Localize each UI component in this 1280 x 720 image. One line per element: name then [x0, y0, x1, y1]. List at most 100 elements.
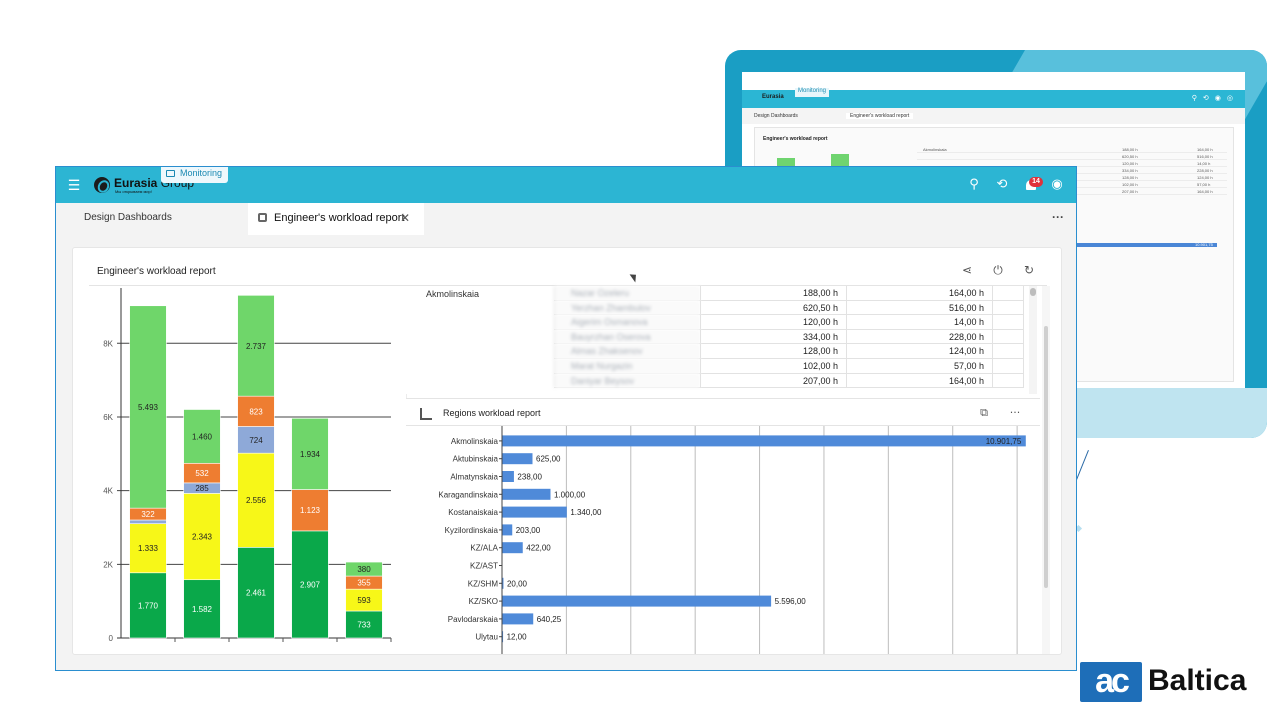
category-label: Kyzilordinskaia — [445, 526, 499, 535]
mini-actual: 228,00 h — [1197, 168, 1213, 173]
empty-cell — [992, 315, 1024, 330]
mini-plan: 188,00 h — [1122, 147, 1138, 152]
more-options-icon[interactable]: ··· — [1007, 405, 1023, 421]
logo-brand: Eurasia — [114, 176, 158, 190]
actual-hours: 14,00 h — [846, 315, 992, 330]
mini-header: Eurasia Monitoring ⚲⟲◉◎ — [742, 88, 1245, 108]
category-label: Kostanaiskaia — [448, 508, 498, 517]
mini-actual: 14,00 h — [1197, 161, 1211, 166]
bar-segment-label: 1.460 — [192, 432, 213, 441]
category-label: KZ/SKO — [469, 597, 498, 606]
search-icon[interactable]: ⚲ — [966, 177, 982, 193]
mini-plan: 120,00 h — [1122, 161, 1138, 166]
empty-cell — [992, 358, 1024, 374]
bar-segment-label: 1.123 — [300, 506, 321, 515]
bar-segment-label: 355 — [357, 579, 371, 588]
category-label: Akmolinskaia — [451, 437, 499, 446]
bar-value-label: 238,00 — [517, 473, 542, 482]
category-label: KZ/SHM — [468, 579, 499, 588]
bar-segment-label: 2.556 — [246, 496, 267, 505]
close-tab-icon[interactable]: ✕ — [400, 203, 410, 233]
card-title: Engineer's workload report — [97, 266, 216, 277]
table-row[interactable]: Almas Zhaksenov 128,00 h 124,00 h — [554, 344, 1024, 359]
bar-segment-label: 380 — [357, 565, 371, 574]
regions-workload-panel: Regions workload report ⧉ ··· Akmolinska… — [406, 398, 1040, 654]
share-icon[interactable]: ⋖ — [959, 262, 975, 278]
bar-segment-label: 532 — [195, 469, 209, 478]
bar-chart-icon — [420, 408, 432, 420]
tab-engineers-workload-report[interactable]: Engineer's workload report ✕ — [248, 203, 424, 235]
table-row[interactable]: Marat Nurgazin 102,00 h 57,00 h — [554, 358, 1024, 374]
category-label: Aktubinskaia — [453, 455, 499, 464]
bar — [502, 595, 772, 607]
hamburger-menu-icon[interactable]: ☰ — [66, 177, 82, 193]
bar — [502, 524, 513, 536]
report-card: Engineer's workload report ⋖ ⏻ ↻ 0 2K 4K 6K… — [72, 247, 1062, 655]
engineer-name: Daniyar Beysov — [554, 373, 700, 389]
mini-monitoring-badge: Monitoring — [795, 88, 830, 97]
bar-value-label: 5.596,00 — [775, 597, 807, 606]
baltica-wordmark: Baltica — [1148, 664, 1247, 697]
table-scrollbar[interactable] — [1029, 286, 1037, 394]
engineer-name: Bauyrzhan Oserova — [554, 329, 700, 345]
bar-value-label: 640,25 — [537, 615, 562, 624]
logo-mark-icon — [94, 177, 110, 193]
tab-design-dashboards[interactable]: Design Dashboards — [84, 203, 172, 235]
monitoring-badge[interactable]: Monitoring — [161, 167, 229, 183]
refresh-icon[interactable]: ↻ — [1021, 262, 1037, 278]
bar-segment-label: 733 — [357, 620, 371, 629]
plan-hours: 120,00 h — [700, 315, 846, 330]
mini-region: Akmolinskaia — [923, 147, 947, 152]
category-label: Karagandinskaia — [438, 490, 498, 499]
engineer-name: Almas Zhaksenov — [554, 344, 700, 359]
mini-plan: 620,50 h — [1122, 154, 1138, 159]
mini-actual: 57,00 h — [1197, 182, 1211, 187]
table-row[interactable]: Bauyrzhan Oserova 334,00 h 228,00 h — [554, 329, 1024, 345]
bar-segment-label: 2.461 — [246, 589, 267, 598]
bar-segment-label: 593 — [357, 596, 371, 605]
bar-segment-label: 1.934 — [300, 450, 321, 459]
empty-cell — [992, 329, 1024, 345]
bar — [502, 453, 533, 465]
mini-logo: Eurasia — [762, 94, 784, 100]
user-profile-icon[interactable]: ◉ — [1049, 177, 1065, 193]
history-icon[interactable]: ⟲ — [994, 177, 1010, 193]
actual-hours: 164,00 h — [846, 286, 992, 301]
mini-actual: 164,00 h — [1197, 189, 1213, 194]
mini-plan: 128,00 h — [1122, 175, 1138, 180]
y-tick-label: 6K — [103, 413, 113, 422]
empty-cell — [992, 373, 1024, 389]
tab-bar: Design Dashboards Engineer's workload re… — [56, 203, 1076, 235]
bar-value-label: 203,00 — [516, 526, 541, 535]
power-icon[interactable]: ⏻ — [990, 262, 1006, 278]
engineer-name: Marat Nurgazin — [554, 358, 700, 374]
plan-hours: 102,00 h — [700, 358, 846, 374]
empty-cell — [992, 286, 1024, 301]
notifications-button[interactable]: 14 — [1022, 177, 1044, 197]
bar-value-label: 20,00 — [507, 579, 528, 588]
ac-baltica-logo: ac Baltica — [1080, 662, 1266, 702]
bar-segment-label: 2.907 — [300, 580, 321, 589]
table-row[interactable]: Aigerim Osmanova 120,00 h 14,00 h — [554, 315, 1024, 330]
open-external-icon[interactable]: ⧉ — [976, 405, 992, 421]
mini-row: Akmolinskaia 188,00 h 164,00 h — [917, 146, 1227, 153]
bar-segment-label: 724 — [249, 436, 263, 445]
bar — [502, 488, 551, 500]
plan-hours: 128,00 h — [700, 344, 846, 359]
bar-segment-label: 322 — [141, 510, 155, 519]
table-row[interactable]: Nazar Ozeleru 188,00 h 164,00 h — [554, 286, 1024, 301]
engineer-name: Yerzhan Zhambulov — [554, 300, 700, 316]
card-scrollbar[interactable] — [1042, 286, 1050, 654]
mini-actual: 164,00 h — [1197, 147, 1213, 152]
table-row[interactable]: Daniyar Beysov 207,00 h 164,00 h — [554, 373, 1024, 389]
workload-table: Akmolinskaia Nazar Ozeleru 188,00 h 164,00… — [406, 286, 1040, 394]
engineer-name: Aigerim Osmanova — [554, 315, 700, 330]
slide: Eurasia Monitoring ⚲⟲◉◎ Design Dashboard… — [0, 0, 1280, 720]
more-tabs-icon[interactable]: ··· — [1052, 203, 1064, 231]
table-row[interactable]: Yerzhan Zhambulov 620,50 h 516,00 h — [554, 300, 1024, 316]
bar-value-label: 10.901,75 — [986, 437, 1022, 446]
mini-card-title: Engineer's workload report — [763, 136, 828, 142]
monitoring-label: Monitoring — [180, 168, 223, 178]
plan-hours: 188,00 h — [700, 286, 846, 301]
regions-chart-svg: Akmolinskaia 10.901,75 Aktubinskaia 625,00 A… — [438, 426, 1026, 654]
